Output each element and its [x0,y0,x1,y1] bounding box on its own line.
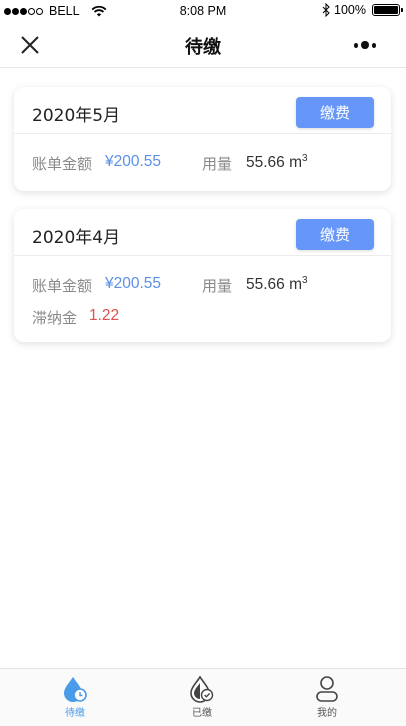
system-status: 100% [322,3,403,17]
tab-label: 我的 [317,708,337,719]
tab-bar: 待缴 已缴 我的 [0,668,406,726]
bill-card-header: 2020年4月 缴费 [14,209,391,256]
pay-button[interactable]: 缴费 [296,97,374,128]
usage-value: 55.66 m3 [246,275,308,294]
usage-unit-exponent: 3 [302,275,308,286]
water-drop-clock-icon [64,677,87,702]
usage-unit-exponent: 3 [302,153,308,164]
amount-value: ¥200.55 [105,153,162,170]
water-drop-check-icon [190,675,214,703]
user-icon [316,676,338,702]
amount-value: ¥200.55 [105,275,162,292]
usage-value: 55.66 m3 [246,153,308,172]
usage-number: 55.66 m [246,276,303,293]
more-options-icon[interactable] [354,38,376,52]
status-bar: BELL 8:08 PM 100% [0,0,406,22]
bill-details-row: 账单金额 ¥200.55 用量 55.66 m3 [14,145,391,177]
usage-label: 用量 [202,277,233,295]
bill-month: 2020年4月 [32,228,121,248]
tab-label: 已缴 [192,708,212,719]
bill-details-row: 账单金额 ¥200.55 用量 55.66 m3 [14,267,391,299]
navigation-bar: 待缴 [0,22,406,68]
bill-card: 2020年5月 缴费 账单金额 ¥200.55 用量 55.66 m3 [14,87,391,191]
page-title: 待缴 [185,37,221,58]
bill-card-header: 2020年5月 缴费 [14,87,391,134]
battery-percent: 100% [334,3,366,17]
bill-card: 2020年4月 缴费 账单金额 ¥200.55 用量 55.66 m3 滞纳金 … [14,209,391,342]
tab-paid[interactable]: 已缴 [172,675,232,719]
bill-month: 2020年5月 [32,106,121,126]
tab-pending[interactable]: 待缴 [45,675,105,719]
tab-label: 待缴 [65,708,85,719]
bill-list: 2020年5月 缴费 账单金额 ¥200.55 用量 55.66 m3 2020… [0,69,406,669]
tab-profile[interactable]: 我的 [297,675,357,719]
battery-icon [372,4,403,16]
amount-label: 账单金额 [32,277,93,295]
bluetooth-icon [322,3,330,17]
late-fee-value: 1.22 [89,307,120,324]
amount-label: 账单金额 [32,155,93,173]
pay-button[interactable]: 缴费 [296,219,374,250]
late-fee-label: 滞纳金 [32,309,78,327]
usage-number: 55.66 m [246,154,303,171]
usage-label: 用量 [202,155,233,173]
late-fee-row: 滞纳金 1.22 [14,299,391,331]
